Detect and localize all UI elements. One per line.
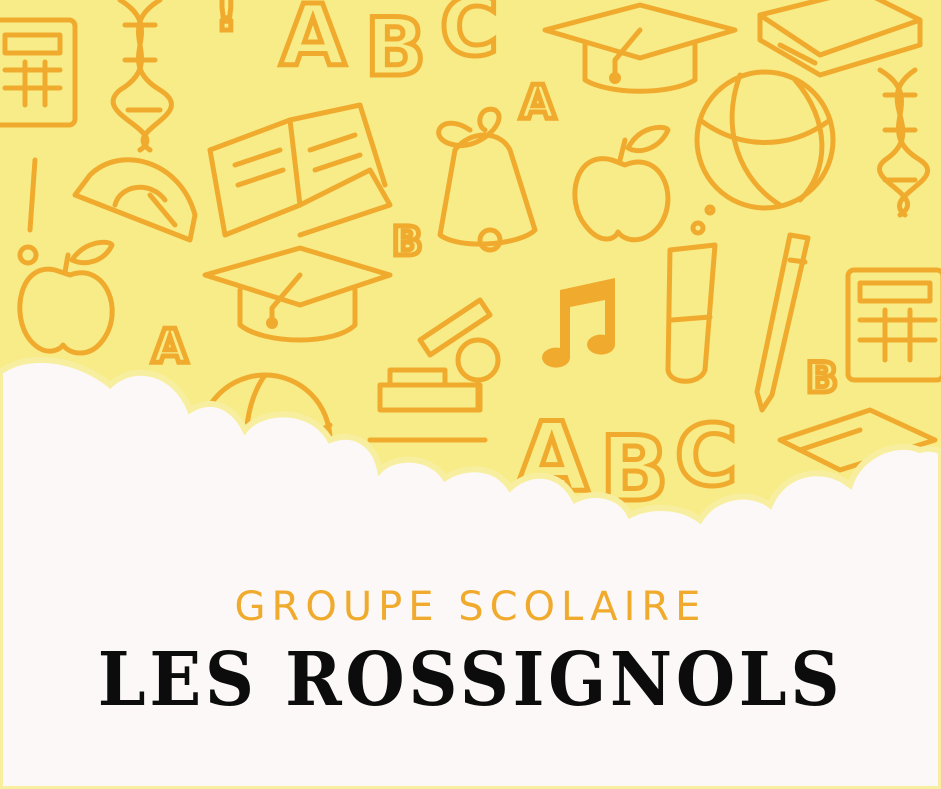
banner-title: LES ROSSIGNOLS xyxy=(97,637,844,723)
banner-subtitle: GROUPE SCOLAIRE xyxy=(234,584,707,630)
banner-canvas: A B C ! A B A B A B C GROUPE SCOLAIRE LE… xyxy=(0,0,941,789)
